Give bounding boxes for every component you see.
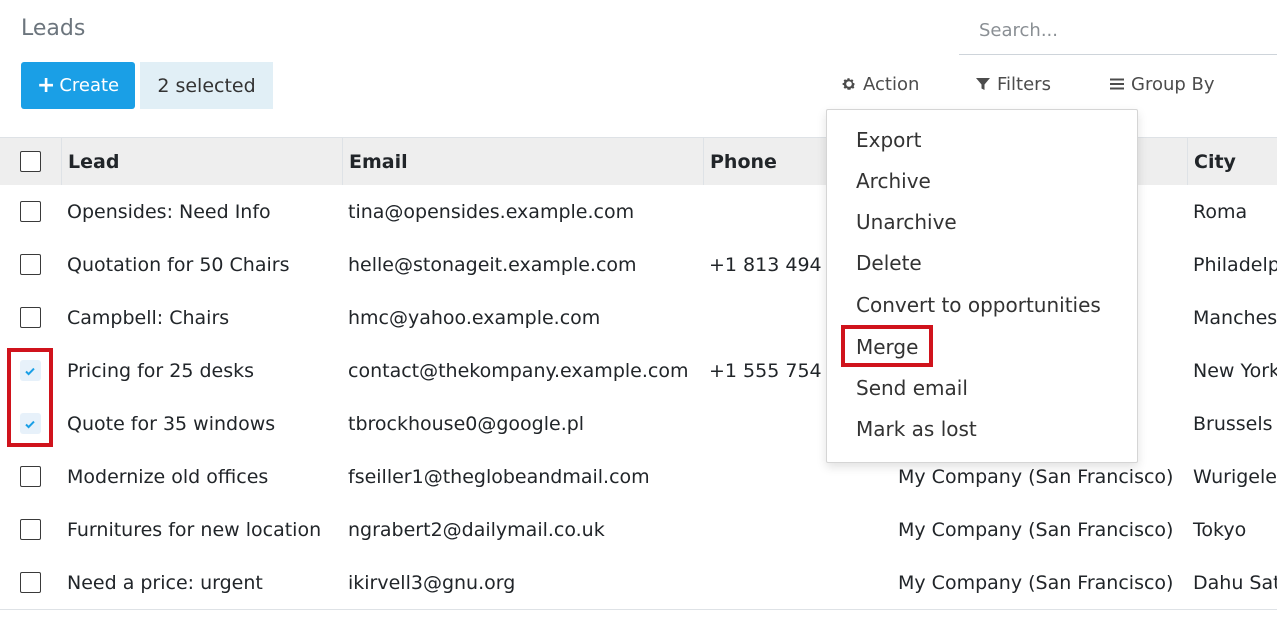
- cell-phone: [703, 556, 899, 609]
- plus-icon: +: [36, 72, 56, 98]
- menu-item-unarchive[interactable]: Unarchive: [856, 210, 957, 234]
- search-box[interactable]: [959, 14, 1277, 55]
- cell-email: tbrockhouse0@google.pl: [348, 412, 585, 435]
- row-select-cell: [0, 185, 60, 238]
- cell-city: New York: [1193, 359, 1277, 382]
- row-checkbox[interactable]: [19, 572, 41, 593]
- row-checkbox[interactable]: [19, 307, 41, 328]
- menu-item-archive[interactable]: Archive: [856, 169, 931, 193]
- menu-item-send-email[interactable]: Send email: [856, 376, 968, 400]
- cell-lead: Furnitures for new location: [67, 518, 322, 541]
- cell-lead: Pricing for 25 desks: [67, 359, 255, 382]
- cell-lead: Quote for 35 windows: [67, 412, 276, 435]
- menu-item-mark-as-lost[interactable]: Mark as lost: [856, 417, 977, 441]
- row-select-cell: [0, 503, 60, 556]
- row-select-cell: [0, 291, 60, 344]
- row-select-cell: [0, 238, 60, 291]
- row-checkbox[interactable]: [19, 466, 41, 487]
- cell-phone: [703, 503, 899, 556]
- group-by-label: Group By: [1131, 73, 1215, 95]
- row-checkbox[interactable]: [19, 201, 41, 222]
- create-button[interactable]: + Create: [21, 62, 135, 109]
- cell-email: tina@opensides.example.com: [348, 200, 635, 223]
- action-dropdown-menu: Export Archive Unarchive Delete Convert …: [826, 109, 1138, 463]
- menu-item-delete[interactable]: Delete: [856, 251, 922, 275]
- cell-city: Wurigelel: [1193, 465, 1277, 488]
- filters-label: Filters: [997, 73, 1051, 95]
- cell-lead: Quotation for 50 Chairs: [67, 253, 290, 276]
- page-title: Leads: [21, 16, 86, 41]
- column-header-email[interactable]: Email: [342, 138, 709, 185]
- bars-icon: [1110, 78, 1124, 90]
- cell-email: contact@thekompany.example.com: [348, 359, 689, 382]
- selected-checkboxes-highlight: [7, 348, 53, 447]
- column-header-city[interactable]: City: [1187, 138, 1277, 185]
- cell-city: Philadelp: [1193, 253, 1277, 276]
- menu-item-convert-to-opportunities[interactable]: Convert to opportunities: [856, 293, 1101, 317]
- cell-email: helle@stonageit.example.com: [348, 253, 637, 276]
- row-checkbox[interactable]: [19, 519, 41, 540]
- cell-city: Brussels: [1193, 412, 1273, 435]
- search-input[interactable]: [959, 14, 1277, 47]
- action-label: Action: [863, 73, 920, 95]
- filter-icon: [976, 78, 990, 90]
- row-select-cell: [0, 556, 60, 609]
- cell-company: My Company (San Francisco): [898, 518, 1174, 541]
- cell-lead: Campbell: Chairs: [67, 306, 230, 329]
- cell-city: Manches: [1193, 306, 1277, 329]
- select-all-cell: [0, 138, 60, 185]
- cell-lead: Modernize old offices: [67, 465, 269, 488]
- merge-highlight: [841, 325, 933, 367]
- cell-email: ngrabert2@dailymail.co.uk: [348, 518, 605, 541]
- row-select-cell: [0, 450, 60, 503]
- cell-email: ikirvell3@gnu.org: [348, 571, 516, 594]
- cell-city: Roma: [1193, 200, 1248, 223]
- gear-icon: [842, 78, 856, 90]
- cell-company: My Company (San Francisco): [898, 571, 1174, 594]
- select-all-checkbox[interactable]: [19, 151, 41, 172]
- cell-lead: Need a price: urgent: [67, 571, 263, 594]
- action-button[interactable]: Action: [841, 70, 919, 98]
- table-row[interactable]: Need a price: urgent ikirvell3@gnu.org My …: [0, 556, 1277, 610]
- filters-button[interactable]: Filters: [975, 70, 1051, 98]
- table-row[interactable]: Furnitures for new location ngrabert2@dai…: [0, 503, 1277, 557]
- selected-count-badge: 2 selected: [140, 62, 273, 109]
- cell-city: Dahu Sat: [1193, 571, 1277, 594]
- cell-email: fseiller1@theglobeandmail.com: [348, 465, 650, 488]
- cell-lead: Opensides: Need Info: [67, 200, 271, 223]
- menu-item-export[interactable]: Export: [856, 128, 921, 152]
- group-by-button[interactable]: Group By: [1109, 70, 1215, 98]
- column-header-lead[interactable]: Lead: [61, 138, 348, 185]
- create-label: Create: [59, 75, 120, 96]
- cell-city: Tokyo: [1193, 518, 1247, 541]
- row-checkbox[interactable]: [19, 254, 41, 275]
- cell-email: hmc@yahoo.example.com: [348, 306, 601, 329]
